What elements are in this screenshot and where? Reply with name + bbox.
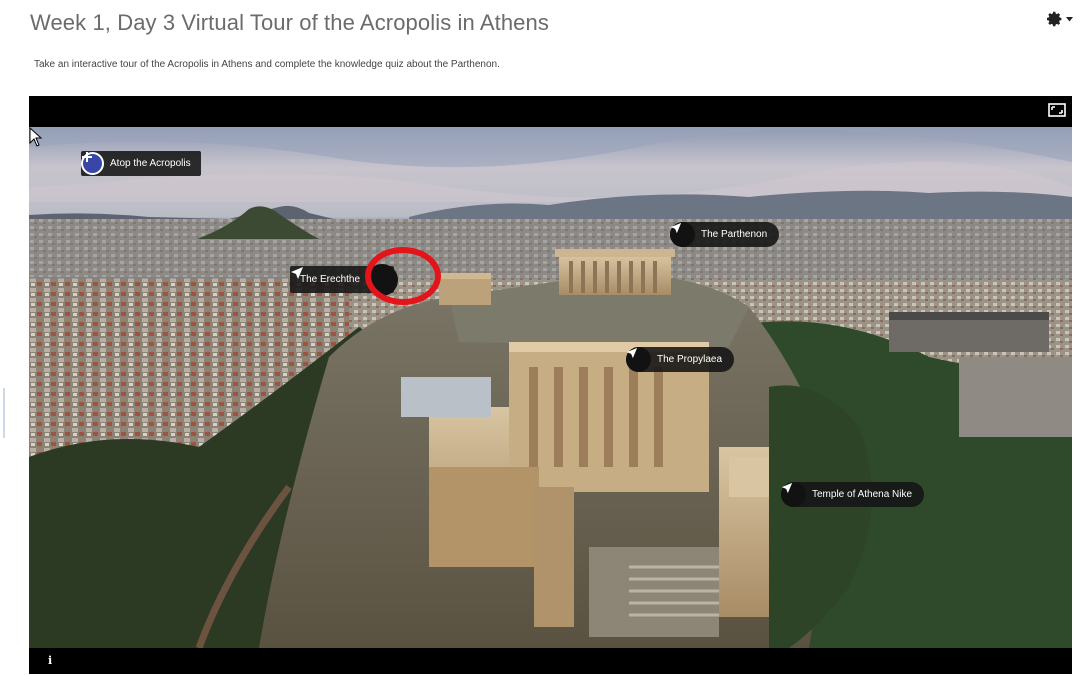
chevron-down-icon bbox=[1066, 16, 1073, 21]
panorama-scene[interactable]: Atop the Acropolis The Erechthe The Part… bbox=[29, 127, 1072, 648]
hotspot-label: The Erechthe bbox=[300, 274, 361, 285]
activity-description: Take an interactive tour of the Acropoli… bbox=[34, 59, 500, 70]
page-title: Week 1, Day 3 Virtual Tour of the Acropo… bbox=[30, 10, 549, 35]
info-icon[interactable]: i bbox=[48, 654, 52, 667]
virtual-tour-viewer[interactable]: Atop the Acropolis The Erechthe The Part… bbox=[29, 96, 1072, 674]
hotspot-temple-of-athena-nike[interactable]: Temple of Athena Nike bbox=[781, 482, 925, 507]
fullscreen-icon[interactable] bbox=[1048, 103, 1066, 117]
parthenon-temple bbox=[555, 249, 675, 295]
hotspot-the-parthenon[interactable]: The Parthenon bbox=[670, 222, 780, 247]
plus-icon bbox=[81, 152, 104, 175]
viewer-bottom-bar: i bbox=[29, 648, 1072, 674]
hotspot-label: The Propylaea bbox=[657, 354, 723, 365]
hotspot-label: The Parthenon bbox=[701, 229, 768, 240]
navigation-arrow-icon bbox=[626, 347, 651, 372]
navigation-arrow-icon bbox=[670, 222, 695, 247]
gear-icon bbox=[1047, 11, 1062, 27]
hotspot-label: Atop the Acropolis bbox=[110, 158, 191, 169]
hotspot-atop-the-acropolis[interactable]: Atop the Acropolis bbox=[81, 151, 201, 176]
navigation-arrow-icon bbox=[291, 263, 399, 296]
hotspot-label: Temple of Athena Nike bbox=[812, 489, 913, 500]
settings-menu-button[interactable] bbox=[1043, 8, 1077, 30]
navigation-arrow-icon bbox=[781, 482, 806, 507]
hotspot-the-erechtheion[interactable]: The Erechthe bbox=[290, 263, 399, 296]
panorama-image bbox=[29, 127, 1072, 648]
hotspot-the-propylaea[interactable]: The Propylaea bbox=[626, 347, 735, 372]
page-edge-marker bbox=[3, 388, 5, 438]
viewer-top-bar bbox=[29, 96, 1072, 127]
